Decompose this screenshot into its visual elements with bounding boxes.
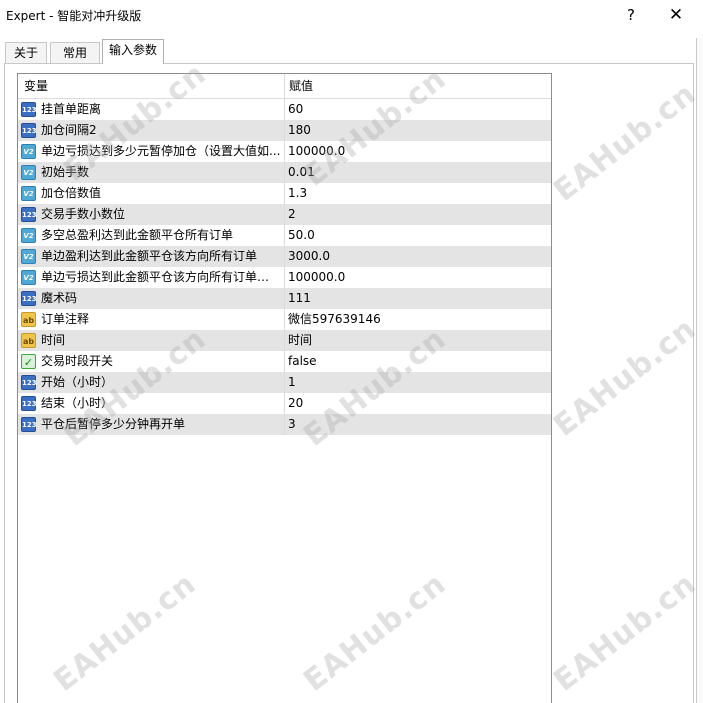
parameter-value[interactable]: 100000.0 <box>288 267 548 288</box>
column-divider <box>284 267 285 288</box>
tab-common[interactable]: 常用 <box>50 42 100 64</box>
parameter-value[interactable]: 1.3 <box>288 183 548 204</box>
grid-header: 变量 赋值 <box>18 74 551 99</box>
close-button[interactable]: ✕ <box>661 3 691 27</box>
header-value[interactable]: 赋值 <box>289 74 313 99</box>
column-divider <box>284 351 285 372</box>
parameter-row[interactable]: V2 加仓倍数值 1.3 <box>18 183 551 204</box>
integer-type-icon: 123 <box>21 123 37 138</box>
column-divider <box>284 183 285 204</box>
title-bar: Expert - 智能对冲升级版 ? ✕ <box>0 0 703 30</box>
header-variable[interactable]: 变量 <box>24 74 48 99</box>
window-title: Expert - 智能对冲升级版 <box>6 9 142 23</box>
parameter-row[interactable]: 123 平仓后暂停多少分钟再开单 3 <box>18 414 551 435</box>
window-right-edge <box>696 38 703 703</box>
parameter-value[interactable]: 50.0 <box>288 225 548 246</box>
parameter-row[interactable]: ✓ 交易时段开关 false <box>18 351 551 372</box>
column-divider <box>284 99 285 120</box>
bool-type-icon: ✓ <box>21 354 36 369</box>
string-type-icon: ab <box>21 312 36 327</box>
parameter-name: 魔术码 <box>41 291 78 305</box>
parameter-value[interactable]: false <box>288 351 548 372</box>
parameter-value[interactable]: 时间 <box>288 330 548 351</box>
integer-type-icon: 123 <box>21 291 37 306</box>
column-divider <box>284 288 285 309</box>
parameter-name: 初始手数 <box>41 165 90 179</box>
parameter-name: 加仓间隔2 <box>41 123 97 137</box>
grid-rows: 123 挂首单距离 60 123 加仓间隔2 180 V2 单边亏损达到多少元暂停加仓（设置大… <box>18 99 551 435</box>
parameter-row[interactable]: 123 开始（小时） 1 <box>18 372 551 393</box>
column-divider <box>284 330 285 351</box>
parameter-value[interactable]: 3 <box>288 414 548 435</box>
double-type-icon: V2 <box>21 270 36 285</box>
tab-inputs[interactable]: 输入参数 <box>102 39 164 64</box>
column-divider <box>284 162 285 183</box>
parameter-value[interactable]: 20 <box>288 393 548 414</box>
parameter-row[interactable]: V2 初始手数 0.01 <box>18 162 551 183</box>
double-type-icon: V2 <box>21 186 36 201</box>
parameter-row[interactable]: V2 单边盈利达到此金额平仓该方向所有订单 3000.0 <box>18 246 551 267</box>
parameter-name: 挂首单距离 <box>41 102 102 116</box>
parameter-name: 时间 <box>41 333 66 347</box>
parameter-row[interactable]: 123 魔术码 111 <box>18 288 551 309</box>
column-divider <box>284 414 285 435</box>
tab-strip: 关于 常用 输入参数 <box>0 39 703 64</box>
parameter-value[interactable]: 3000.0 <box>288 246 548 267</box>
parameter-name: 交易时段开关 <box>41 354 114 368</box>
parameter-row[interactable]: 123 交易手数小数位 2 <box>18 204 551 225</box>
parameter-value[interactable]: 100000.0 <box>288 141 548 162</box>
integer-type-icon: 123 <box>21 207 37 222</box>
tab-about[interactable]: 关于 <box>5 42 47 64</box>
parameter-row[interactable]: V2 多空总盈利达到此金额平仓所有订单 50.0 <box>18 225 551 246</box>
parameter-value[interactable]: 0.01 <box>288 162 548 183</box>
parameter-value[interactable]: 2 <box>288 204 548 225</box>
column-divider <box>284 309 285 330</box>
parameter-name: 加仓倍数值 <box>41 186 102 200</box>
parameter-value[interactable]: 111 <box>288 288 548 309</box>
double-type-icon: V2 <box>21 165 36 180</box>
parameter-name: 订单注释 <box>41 312 90 326</box>
column-divider <box>284 225 285 246</box>
help-button[interactable]: ? <box>616 3 646 27</box>
parameter-name: 多空总盈利达到此金额平仓所有订单 <box>41 228 234 242</box>
column-divider <box>284 372 285 393</box>
parameter-name: 开始（小时） <box>41 375 114 389</box>
double-type-icon: V2 <box>21 228 36 243</box>
parameter-value[interactable]: 微信597639146 <box>288 309 548 330</box>
header-divider[interactable] <box>284 74 285 99</box>
integer-type-icon: 123 <box>21 102 37 117</box>
column-divider <box>284 141 285 162</box>
parameter-row[interactable]: 123 结束（小时） 20 <box>18 393 551 414</box>
column-divider <box>284 120 285 141</box>
parameter-row[interactable]: 123 加仓间隔2 180 <box>18 120 551 141</box>
column-divider <box>284 393 285 414</box>
parameter-row[interactable]: 123 挂首单距离 60 <box>18 99 551 120</box>
inputs-grid: 变量 赋值 123 挂首单距离 60 123 加仓间隔2 180 V2 单边亏损达到多少元暂停… <box>17 73 552 703</box>
parameter-name: 单边盈利达到此金额平仓该方向所有订单 <box>41 249 258 263</box>
double-type-icon: V2 <box>21 249 36 264</box>
parameter-row[interactable]: V2 单边亏损达到此金额平仓该方向所有订单（?... 100000.0 <box>18 267 551 288</box>
string-type-icon: ab <box>21 333 36 348</box>
parameter-value[interactable]: 1 <box>288 372 548 393</box>
column-divider <box>284 246 285 267</box>
parameter-value[interactable]: 60 <box>288 99 548 120</box>
parameter-row[interactable]: ab 订单注释 微信597639146 <box>18 309 551 330</box>
parameter-row[interactable]: V2 单边亏损达到多少元暂停加仓（设置大值如... 100000.0 <box>18 141 551 162</box>
column-divider <box>284 204 285 225</box>
integer-type-icon: 123 <box>21 396 37 411</box>
integer-type-icon: 123 <box>21 375 37 390</box>
double-type-icon: V2 <box>21 144 36 159</box>
parameter-value[interactable]: 180 <box>288 120 548 141</box>
parameter-name: 单边亏损达到多少元暂停加仓（设置大值如... <box>41 144 281 158</box>
integer-type-icon: 123 <box>21 417 37 432</box>
parameter-name: 单边亏损达到此金额平仓该方向所有订单（?... <box>41 270 281 284</box>
parameter-name: 结束（小时） <box>41 396 114 410</box>
parameter-name: 交易手数小数位 <box>41 207 126 221</box>
parameter-row[interactable]: ab 时间 时间 <box>18 330 551 351</box>
parameter-name: 平仓后暂停多少分钟再开单 <box>41 417 186 431</box>
